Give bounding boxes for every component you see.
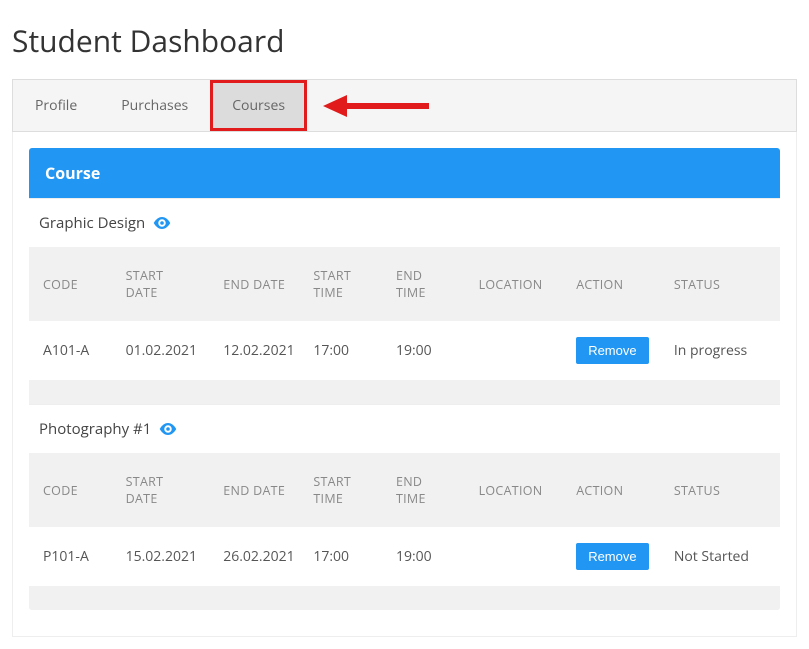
col-end-date: END DATE: [209, 247, 299, 321]
col-start-time: START TIME: [299, 453, 382, 527]
course-title: Photography #1: [29, 405, 780, 453]
col-end-date: END DATE: [209, 453, 299, 527]
table-row: P101-A 15.02.2021 26.02.2021 17:00 19:00…: [29, 527, 780, 586]
cell-end-date: 12.02.2021: [209, 321, 299, 380]
cell-start-date: 01.02.2021: [112, 321, 210, 380]
tabs-bar: Profile Purchases Courses: [12, 79, 797, 132]
table-row: A101-A 01.02.2021 12.02.2021 17:00 19:00…: [29, 321, 780, 380]
cell-start-date: 15.02.2021: [112, 527, 210, 586]
cell-code: P101-A: [29, 527, 112, 586]
cell-start-time: 17:00: [299, 527, 382, 586]
course-panel: Course Graphic Design: [29, 148, 780, 610]
col-action: ACTION: [562, 247, 660, 321]
tab-courses[interactable]: Courses: [210, 80, 307, 131]
cell-action: Remove: [562, 321, 660, 380]
col-status: STATUS: [660, 453, 780, 527]
col-action: ACTION: [562, 453, 660, 527]
cell-end-time: 19:00: [382, 527, 465, 586]
course-name: Graphic Design: [39, 213, 145, 233]
col-start-date: START DATE: [112, 453, 210, 527]
remove-button[interactable]: Remove: [576, 543, 648, 570]
cell-end-time: 19:00: [382, 321, 465, 380]
table-header-row: CODE START DATE END DATE START TIME END …: [29, 453, 780, 527]
spacer-row: [29, 380, 780, 404]
course-table: CODE START DATE END DATE START TIME END …: [29, 247, 780, 404]
tab-purchases[interactable]: Purchases: [99, 80, 210, 131]
course-block: Photography #1 CODE START DATE: [29, 404, 780, 610]
course-name: Photography #1: [39, 419, 151, 439]
col-start-date: START DATE: [112, 247, 210, 321]
eye-icon[interactable]: [159, 423, 177, 435]
annotation-arrow: [321, 80, 431, 131]
table-header-row: CODE START DATE END DATE START TIME END …: [29, 247, 780, 321]
course-title: Graphic Design: [29, 199, 780, 247]
page-title: Student Dashboard: [12, 20, 797, 61]
col-location: LOCATION: [465, 247, 563, 321]
spacer-row: [29, 586, 780, 610]
content-area: Course Graphic Design: [12, 132, 797, 637]
panel-header: Course: [29, 148, 780, 198]
cell-location: [465, 321, 563, 380]
cell-status: Not Started: [660, 527, 780, 586]
col-start-time: START TIME: [299, 247, 382, 321]
cell-start-time: 17:00: [299, 321, 382, 380]
cell-code: A101-A: [29, 321, 112, 380]
course-table: CODE START DATE END DATE START TIME END …: [29, 453, 780, 610]
col-end-time: END TIME: [382, 247, 465, 321]
col-location: LOCATION: [465, 453, 563, 527]
col-code: CODE: [29, 247, 112, 321]
cell-end-date: 26.02.2021: [209, 527, 299, 586]
cell-status: In progress: [660, 321, 780, 380]
col-status: STATUS: [660, 247, 780, 321]
eye-icon[interactable]: [153, 217, 171, 229]
cell-location: [465, 527, 563, 586]
cell-action: Remove: [562, 527, 660, 586]
col-code: CODE: [29, 453, 112, 527]
col-end-time: END TIME: [382, 453, 465, 527]
course-block: Graphic Design CODE START DATE: [29, 198, 780, 404]
tab-profile[interactable]: Profile: [13, 80, 99, 131]
remove-button[interactable]: Remove: [576, 337, 648, 364]
